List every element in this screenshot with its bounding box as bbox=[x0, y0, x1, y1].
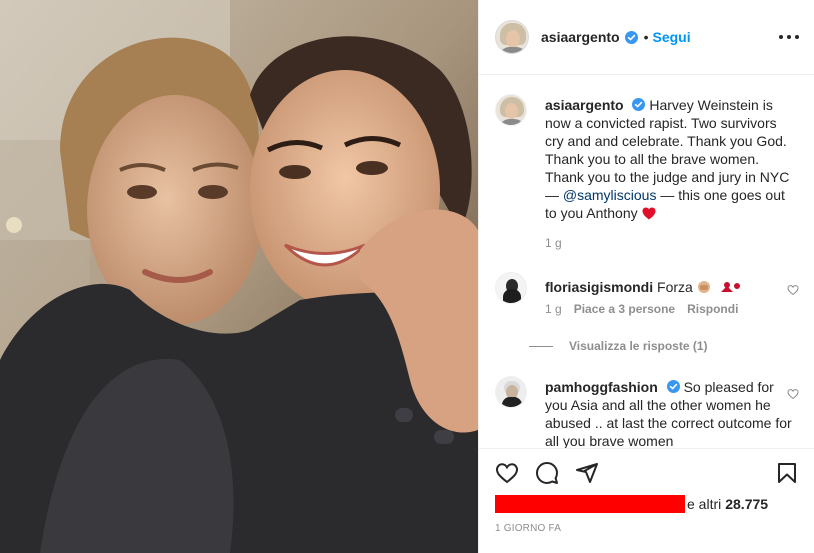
likes-row[interactable]: e altri 28.775 bbox=[495, 494, 768, 514]
post-username[interactable]: asiaargento bbox=[541, 29, 620, 45]
post-header: asiaargento • Segui bbox=[479, 0, 814, 75]
post-date[interactable]: 1 GIORNO FA bbox=[495, 523, 561, 534]
follow-button[interactable]: Segui bbox=[653, 29, 691, 45]
more-options-icon[interactable] bbox=[779, 28, 799, 46]
mention-link[interactable]: @samyliscious bbox=[563, 187, 657, 203]
caption-username[interactable]: asiaargento bbox=[545, 97, 624, 113]
view-replies-label: Visualizza le risposte (1) bbox=[569, 339, 708, 353]
comment-meta: 1 g Piace a 3 persone Rispondi bbox=[545, 302, 738, 316]
comment-body: Forza bbox=[657, 279, 693, 295]
verified-badge-icon bbox=[666, 380, 680, 393]
divider-line bbox=[529, 345, 553, 347]
selfie-image bbox=[0, 0, 478, 553]
caption-time: 1 g bbox=[545, 236, 562, 250]
reply-button[interactable]: Rispondi bbox=[687, 302, 738, 316]
comments-section[interactable]: asiaargento Harvey Weinstein is now a co… bbox=[479, 76, 814, 448]
redacted-usernames bbox=[495, 495, 685, 513]
comment-icon[interactable] bbox=[535, 461, 559, 485]
comment-username[interactable]: pamhoggfashion bbox=[545, 379, 658, 395]
likes-prefix: e altri bbox=[687, 496, 722, 512]
verified-badge-icon bbox=[624, 30, 638, 44]
avatar[interactable] bbox=[495, 376, 527, 408]
heart-icon[interactable] bbox=[495, 461, 519, 485]
view-replies-button[interactable]: Visualizza le risposte (1) bbox=[529, 339, 708, 353]
post-sidebar: asiaargento • Segui asiaargento Harvey W… bbox=[478, 0, 814, 553]
comment-like-heart-icon[interactable] bbox=[787, 388, 799, 400]
avatar[interactable] bbox=[495, 94, 527, 126]
verified-badge-icon bbox=[632, 98, 646, 111]
bookmark-icon[interactable] bbox=[775, 461, 799, 485]
comment-like-heart-icon[interactable] bbox=[787, 284, 799, 296]
comment-text: pamhoggfashion So pleased for you Asia a… bbox=[545, 378, 799, 448]
avatar[interactable] bbox=[495, 20, 529, 54]
instagram-post: asiaargento • Segui asiaargento Harvey W… bbox=[0, 0, 814, 553]
comment-username[interactable]: floriasigismondi bbox=[545, 279, 653, 295]
emoji-icons bbox=[697, 281, 740, 293]
separator-dot: • bbox=[643, 29, 649, 45]
avatar[interactable] bbox=[495, 272, 527, 304]
comment-time: 1 g bbox=[545, 302, 562, 316]
share-icon[interactable] bbox=[575, 461, 599, 485]
comment-likes-count[interactable]: Piace a 3 persone bbox=[574, 302, 675, 316]
caption-text: asiaargento Harvey Weinstein is now a co… bbox=[545, 96, 799, 222]
red-heart-emoji-icon bbox=[642, 207, 656, 220]
post-photo[interactable] bbox=[0, 0, 478, 553]
comment-text: floriasigismondi Forza bbox=[545, 278, 799, 296]
action-bar bbox=[479, 448, 814, 494]
likes-count[interactable]: 28.775 bbox=[725, 496, 768, 512]
